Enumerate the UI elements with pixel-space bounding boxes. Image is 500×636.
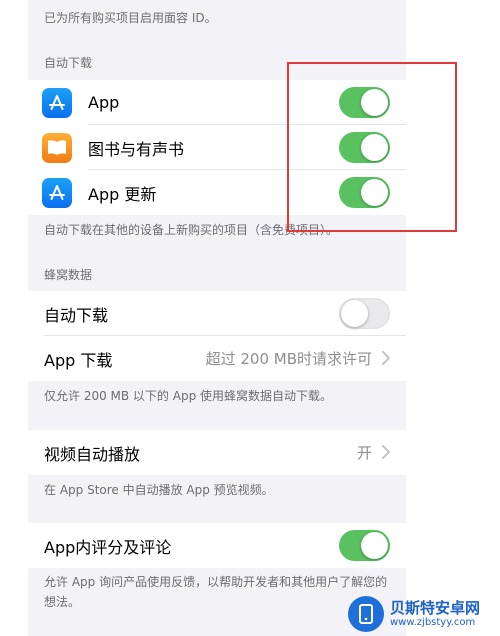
- highlight-box: [287, 62, 457, 232]
- app-store-icon: [42, 178, 72, 208]
- app-store-icon: [42, 88, 72, 118]
- chevron-right-icon: [382, 445, 390, 459]
- cellular-footer: 仅允许 200 MB 以下的 App 使用蜂窝数据自动下载。: [44, 389, 333, 403]
- watermark-title: 贝斯特安卓网: [390, 599, 481, 617]
- toggle-knob: [361, 532, 388, 559]
- app-download-row[interactable]: App 下载 超过 200 MB时请求许可: [28, 336, 406, 381]
- ratings-group: App内评分及评论: [28, 523, 406, 568]
- video-autoplay-value: 开: [356, 444, 372, 462]
- cellular-group: 自动下载 App 下载 超过 200 MB时请求许可: [28, 291, 406, 381]
- watermark-url: www.zjbstyy.com: [390, 617, 476, 628]
- watermark-logo-icon: [348, 596, 384, 632]
- ratings-toggle[interactable]: [339, 530, 390, 561]
- cellular-auto-download-row[interactable]: 自动下载: [28, 291, 406, 336]
- watermark: 贝斯特安卓网 www.zjbstyy.com: [348, 594, 498, 634]
- video-autoplay-label: 视频自动播放: [44, 444, 141, 464]
- app-updates-label: App 更新: [88, 184, 157, 204]
- face-id-note: 已为所有购买项目启用面容 ID。: [44, 11, 217, 25]
- cellular-header: 蜂窝数据: [44, 268, 93, 282]
- video-autoplay-row[interactable]: 视频自动播放 开: [28, 430, 406, 475]
- app-label: App: [88, 93, 120, 112]
- ratings-footer: 允许 App 询问产品使用反馈，以帮助开发者和其他用户了解您的想法。: [44, 575, 388, 609]
- ratings-row[interactable]: App内评分及评论: [28, 523, 406, 568]
- books-icon: [42, 133, 72, 163]
- app-download-value: 超过 200 MB时请求许可: [205, 350, 372, 368]
- watermark-text: 贝斯特安卓网 www.zjbstyy.com: [390, 599, 480, 629]
- video-group: 视频自动播放 开: [28, 430, 406, 475]
- app-download-label: App 下载: [44, 350, 113, 370]
- books-label: 图书与有声书: [88, 139, 185, 159]
- cellular-auto-download-label: 自动下载: [44, 305, 109, 325]
- cellular-auto-download-toggle[interactable]: [339, 298, 390, 329]
- ratings-label: App内评分及评论: [44, 537, 172, 557]
- toggle-knob: [341, 300, 368, 327]
- chevron-right-icon: [382, 351, 390, 365]
- video-footer: 在 App Store 中自动播放 App 预览视频。: [44, 483, 274, 497]
